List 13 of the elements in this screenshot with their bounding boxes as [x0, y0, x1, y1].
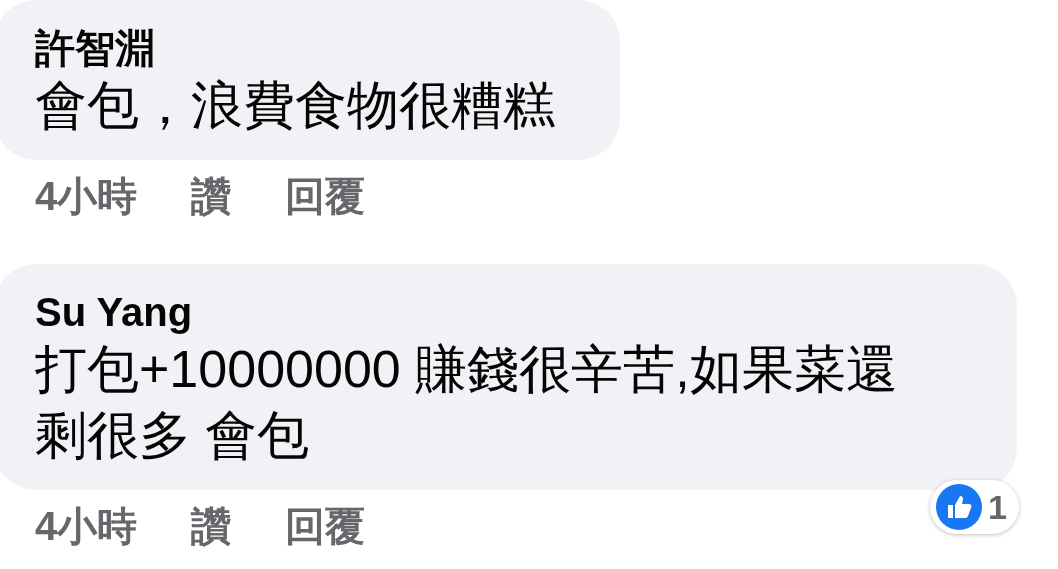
reaction-badge[interactable]: 1 [930, 480, 1019, 534]
reply-link[interactable]: 回覆 [285, 168, 366, 224]
comment-time: 4小時 [35, 173, 138, 220]
like-link[interactable]: 讚 [191, 168, 232, 224]
commenter-name[interactable]: Su Yang [35, 288, 193, 336]
like-link[interactable]: 讚 [191, 498, 232, 554]
reply-link[interactable]: 回覆 [285, 498, 366, 554]
thumbs-up-icon [936, 484, 983, 530]
comment-time: 4小時 [35, 503, 138, 550]
comment-text: 會包，浪費食物很糟糕 [35, 75, 556, 136]
comment-text: 打包+10000000 賺錢很辛苦,如果菜還剩很多 會包 [35, 339, 899, 466]
commenter-name[interactable]: 許智淵 [35, 24, 155, 72]
reaction-count: 1 [988, 486, 1007, 528]
